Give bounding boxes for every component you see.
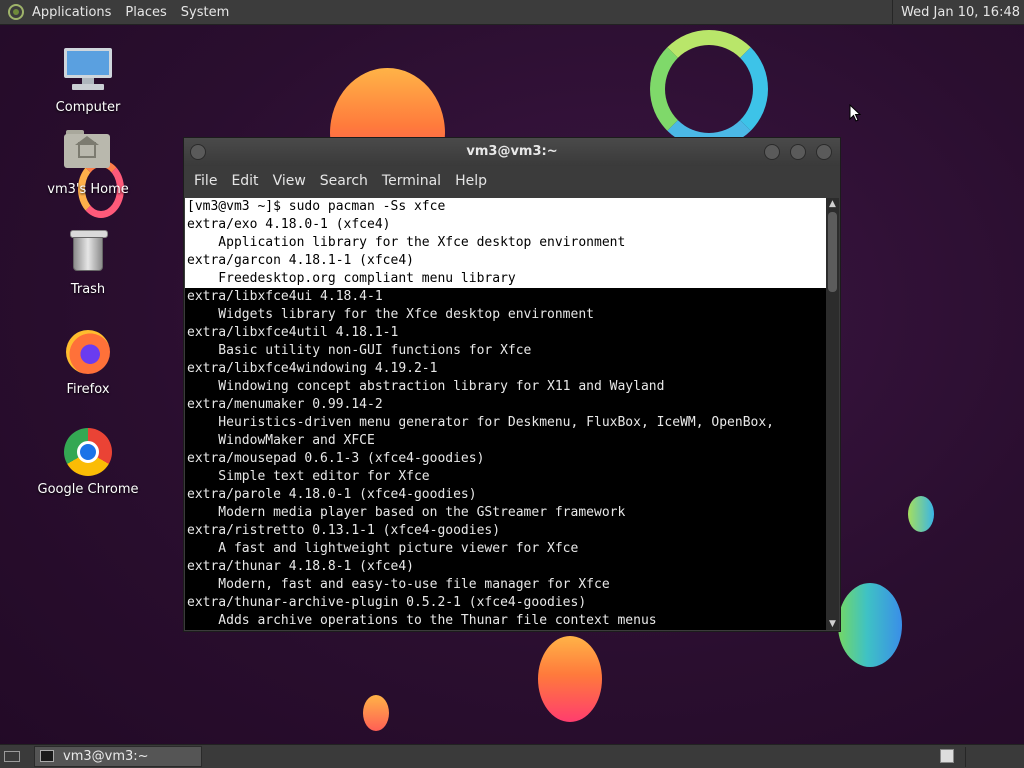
terminal-line: Modern media player based on the GStream… <box>187 505 626 520</box>
window-title: vm3@vm3:~ <box>466 144 558 159</box>
desktop-icon-chrome[interactable]: Google Chrome <box>28 428 148 497</box>
menu-applications[interactable]: Applications <box>32 5 111 20</box>
desktop-icon-home[interactable]: vm3's Home <box>28 128 148 197</box>
terminal-icon <box>40 750 54 762</box>
desktop-icon-label: Trash <box>70 282 106 297</box>
bottom-panel: vm3@vm3:~ <box>0 744 1024 768</box>
taskbar-item-terminal[interactable]: vm3@vm3:~ <box>34 746 202 767</box>
clock[interactable]: Wed Jan 10, 16:48 <box>901 5 1020 20</box>
menu-file[interactable]: File <box>194 173 217 189</box>
terminal-line: Heuristics-driven menu generator for Des… <box>187 415 774 430</box>
decorative-green-ring <box>650 30 768 148</box>
terminal-lines: [vm3@vm3 ~]$ sudo pacman -Ss xfce extra/e… <box>185 198 826 630</box>
terminal-line: extra/libxfce4windowing 4.19.2-1 <box>187 361 438 376</box>
terminal-line: extra/thunar-archive-plugin 0.5.2-1 (xfc… <box>187 595 587 610</box>
desktop-icon-label: Computer <box>55 100 121 115</box>
panel-separator <box>892 0 894 25</box>
decorative-blue-blob <box>838 583 902 667</box>
terminal-line: extra/thunar 4.18.8-1 (xfce4) <box>187 559 414 574</box>
desktop-icon-firefox[interactable]: Firefox <box>28 328 148 397</box>
terminal-line: Freedesktop.org compliant menu library <box>185 270 826 288</box>
terminal-line: extra/menumaker 0.99.14-2 <box>187 397 383 412</box>
distro-logo-icon[interactable] <box>8 4 24 20</box>
chrome-icon <box>64 428 112 476</box>
maximize-button[interactable] <box>790 144 806 160</box>
window-menu-icon[interactable] <box>190 144 206 160</box>
terminal-line: A fast and lightweight picture viewer fo… <box>187 541 579 556</box>
computer-icon <box>64 46 112 94</box>
terminal-line: extra/exo 4.18.0-1 (xfce4) <box>185 216 826 234</box>
terminal-line: extra/parole 4.18.0-1 (xfce4-goodies) <box>187 487 477 502</box>
decorative-small-orange-blob <box>363 695 389 731</box>
desktop-icon-label: vm3's Home <box>47 182 129 197</box>
menu-system[interactable]: System <box>181 5 229 20</box>
window-menubar: File Edit View Search Terminal Help <box>184 166 840 196</box>
terminal-line: Application library for the Xfce desktop… <box>185 234 826 252</box>
terminal-line: Widgets library for the Xfce desktop env… <box>187 307 594 322</box>
minimize-button[interactable] <box>764 144 780 160</box>
terminal-output[interactable]: [vm3@vm3 ~]$ sudo pacman -Ss xfce extra/e… <box>185 198 826 630</box>
show-desktop-icon[interactable] <box>3 748 25 765</box>
terminal-line: extra/garcon 4.18.1-1 (xfce4) <box>185 252 826 270</box>
desktop-icon-computer[interactable]: Computer <box>28 46 148 115</box>
clock-area: Wed Jan 10, 16:48 <box>892 0 1024 25</box>
panel-separator <box>965 747 966 767</box>
decorative-small-blue-blob <box>908 496 934 532</box>
menu-search[interactable]: Search <box>320 173 368 189</box>
menu-terminal[interactable]: Terminal <box>382 173 441 189</box>
taskbar-item-label: vm3@vm3:~ <box>63 749 149 764</box>
terminal-scrollbar[interactable]: ▲ ▼ <box>826 198 839 630</box>
terminal-line: Adds archive operations to the Thunar fi… <box>187 613 657 628</box>
firefox-icon <box>64 328 112 376</box>
menu-edit[interactable]: Edit <box>231 173 258 189</box>
terminal-window: vm3@vm3:~ File Edit View Search Terminal… <box>183 137 841 632</box>
menu-help[interactable]: Help <box>455 173 487 189</box>
workspace-switcher[interactable] <box>940 749 954 763</box>
terminal-line: Basic utility non-GUI functions for Xfce <box>187 343 532 358</box>
terminal-line: extra/ristretto 0.13.1-1 (xfce4-goodies) <box>187 523 501 538</box>
terminal-line: extra/libxfce4util 4.18.1-1 <box>187 325 399 340</box>
home-folder-icon <box>64 128 112 176</box>
close-button[interactable] <box>816 144 832 160</box>
mouse-cursor-icon <box>849 104 861 122</box>
scrollbar-thumb[interactable] <box>828 212 837 292</box>
terminal-line: WindowMaker and XFCE <box>187 433 375 448</box>
terminal-line: extra/libxfce4ui 4.18.4-1 <box>187 289 383 304</box>
menu-places[interactable]: Places <box>125 5 166 20</box>
menu-view[interactable]: View <box>273 173 306 189</box>
terminal-line: Modern, fast and easy-to-use file manage… <box>187 577 610 592</box>
window-titlebar[interactable]: vm3@vm3:~ <box>184 138 840 166</box>
terminal-line: Simple text editor for Xfce <box>187 469 430 484</box>
top-panel: Applications Places System Wed Jan 10, 1… <box>0 0 1024 25</box>
scroll-down-arrow-icon[interactable]: ▼ <box>826 618 839 630</box>
decorative-orange-blob-bottom <box>538 636 602 722</box>
desktop-icon-label: Google Chrome <box>37 482 139 497</box>
scroll-up-arrow-icon[interactable]: ▲ <box>826 198 839 210</box>
desktop-icon-label: Firefox <box>66 382 110 397</box>
desktop-icon-trash[interactable]: Trash <box>28 228 148 297</box>
terminal-line: Windowing concept abstraction library fo… <box>187 379 665 394</box>
terminal-line: extra/mousepad 0.6.1-3 (xfce4-goodies) <box>187 451 485 466</box>
terminal-line: [vm3@vm3 ~]$ sudo pacman -Ss xfce <box>185 198 826 216</box>
trash-icon <box>64 228 112 276</box>
